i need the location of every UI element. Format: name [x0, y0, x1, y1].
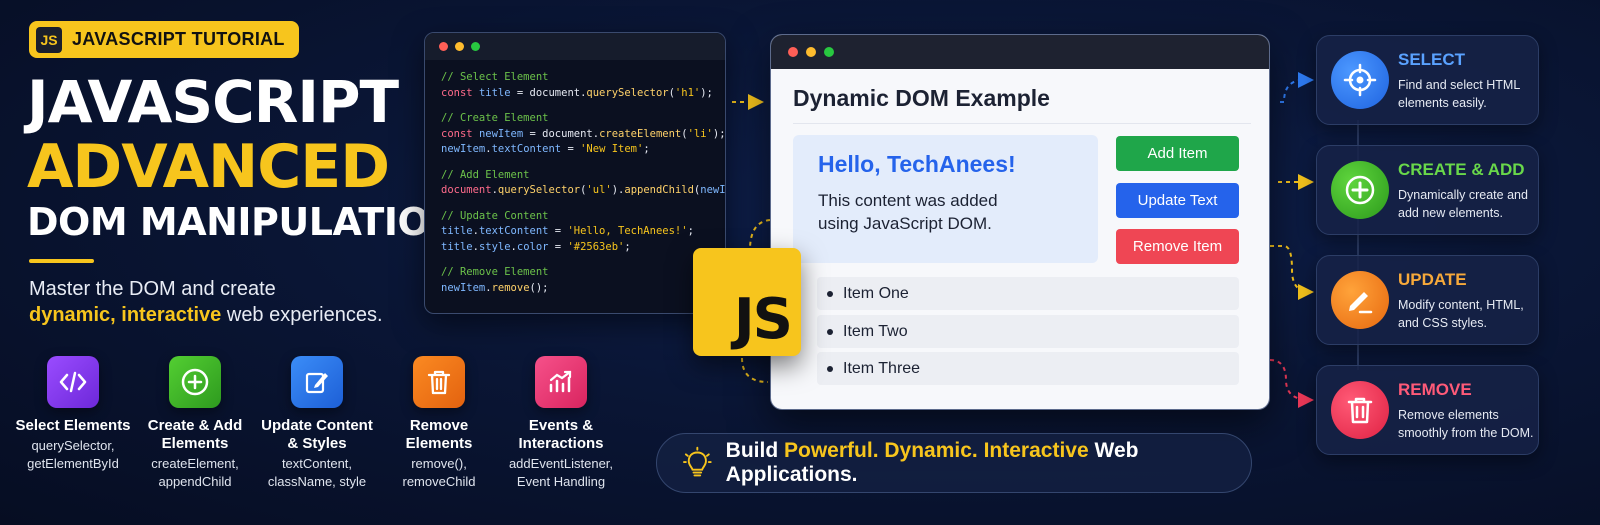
maximize-dot-icon[interactable]: [471, 42, 480, 51]
js-logo-text: JS: [733, 287, 793, 352]
code-line: title.style.color = '#2563eb';: [441, 240, 631, 253]
code-comment: // Remove Element: [441, 266, 549, 278]
feature-desc: textContent, className, style: [267, 456, 367, 489]
feature-select: Select Elements querySelector, getElemen…: [12, 356, 134, 491]
code-line: document.querySelector('ul').appendChild…: [441, 184, 726, 196]
hello-message: This content was added using JavaScript …: [818, 191, 998, 233]
feature-desc: createElement, appendChild: [151, 456, 239, 489]
card-update: UPDATE Modify content, HTML, and CSS sty…: [1316, 255, 1539, 345]
hello-heading: Hello, TechAnees!: [818, 151, 1016, 177]
chart-up-icon: [535, 356, 587, 408]
update-text-button[interactable]: Update Text: [1116, 183, 1239, 218]
browser-window: Dynamic DOM Example Hello, TechAnees! Th…: [770, 34, 1270, 410]
list-item: Item One: [817, 277, 1239, 310]
feature-title: Events & Interactions: [518, 417, 604, 452]
card-remove: REMOVE Remove elements smoothly from the…: [1316, 365, 1539, 455]
feature-title: Select Elements: [15, 417, 131, 434]
bullet-icon: [827, 365, 833, 372]
code-line: newItem.remove();: [441, 281, 549, 294]
hero-subtitle-line2: dynamic, interactive web experiences.: [29, 304, 383, 327]
card-title: SELECT: [1398, 50, 1466, 69]
list-item-label: Item Three: [843, 359, 921, 377]
badge-label: JAVASCRIPT TUTORIAL: [72, 29, 285, 49]
plus-circle-icon: [1331, 161, 1389, 219]
hero-title-line1: JAVASCRIPT: [27, 68, 399, 136]
trash-icon: [1331, 381, 1389, 439]
feature-desc: querySelector, getElementById: [27, 438, 119, 471]
code-line: const newItem = document.createElement('…: [441, 127, 726, 140]
feature-remove: Remove Elements remove(), removeChild: [378, 356, 500, 491]
add-item-button[interactable]: Add Item: [1116, 136, 1239, 171]
banner-interactive: Interactive: [983, 439, 1089, 462]
bullet-icon: [827, 328, 833, 335]
subtitle-highlight: dynamic, interactive: [29, 304, 222, 326]
banner-text: Build Powerful. Dynamic. Interactive Web…: [726, 439, 1251, 487]
feature-update: Update Content & Styles textContent, cla…: [256, 356, 378, 491]
divider: [793, 123, 1251, 124]
card-title: CREATE & ADD: [1398, 160, 1525, 179]
list-item-label: Item Two: [843, 322, 908, 340]
code-line: newItem.textContent = 'New Item';: [441, 143, 650, 155]
js-badge-icon: JS: [36, 26, 62, 53]
banner-build: Build: [725, 439, 779, 462]
card-title: REMOVE: [1398, 380, 1472, 399]
close-dot-icon[interactable]: [439, 42, 448, 51]
code-content: // Select Element const title = document…: [425, 60, 725, 296]
code-window-titlebar: [425, 33, 725, 60]
list-item: Item Two: [817, 315, 1239, 348]
card-select: SELECT Find and select HTML elements eas…: [1316, 35, 1539, 125]
browser-titlebar: [771, 35, 1269, 69]
feature-title: Update Content & Styles: [261, 417, 373, 452]
card-desc: Modify content, HTML, and CSS styles.: [1398, 298, 1524, 330]
feature-list: Select Elements querySelector, getElemen…: [12, 356, 622, 491]
maximize-dot-icon[interactable]: [824, 47, 834, 57]
code-icon: [47, 356, 99, 408]
crosshair-icon: [1331, 51, 1389, 109]
plus-circle-icon: [169, 356, 221, 408]
feature-desc: addEventListener, Event Handling: [508, 456, 614, 489]
list-item-label: Item One: [843, 284, 909, 302]
tutorial-badge: JS JAVASCRIPT TUTORIAL: [29, 21, 299, 58]
hero-divider: [29, 259, 94, 263]
card-create-add: CREATE & ADD Dynamically create and add …: [1316, 145, 1539, 235]
page-title: Dynamic DOM Example: [793, 85, 1050, 111]
code-line: title.textContent = 'Hello, TechAnees!';: [441, 225, 694, 237]
feature-desc: remove(), removeChild: [402, 456, 476, 489]
feature-title: Create & Add Elements: [147, 417, 243, 452]
subtitle-rest: web experiences.: [221, 304, 383, 326]
card-desc: Find and select HTML elements easily.: [1398, 78, 1520, 110]
hero-subtitle-line1: Master the DOM and create: [29, 278, 276, 300]
feature-create: Create & Add Elements createElement, app…: [134, 356, 256, 491]
code-editor-window: // Select Element const title = document…: [424, 32, 726, 314]
trash-icon: [413, 356, 465, 408]
js-logo: JS: [693, 248, 801, 356]
code-comment: // Create Element: [441, 112, 549, 124]
hero-title-line3: DOM MANIPULATION: [27, 200, 461, 244]
card-title: UPDATE: [1398, 270, 1467, 289]
banner-dynamic: Dynamic.: [884, 439, 978, 462]
hello-card: Hello, TechAnees! This content was added…: [793, 135, 1098, 263]
minimize-dot-icon[interactable]: [806, 47, 816, 57]
banner-powerful: Powerful.: [784, 439, 879, 462]
minimize-dot-icon[interactable]: [455, 42, 464, 51]
code-comment: // Add Element: [441, 168, 530, 181]
card-desc: Remove elements smoothly from the DOM.: [1398, 408, 1534, 440]
edit-icon: [291, 356, 343, 408]
pencil-icon: [1331, 271, 1389, 329]
code-comment: // Select Element: [441, 71, 549, 83]
card-desc: Dynamically create and add new elements.: [1398, 188, 1528, 220]
remove-item-button[interactable]: Remove Item: [1116, 229, 1239, 264]
feature-title: Remove Elements: [405, 417, 473, 452]
bullet-icon: [827, 290, 833, 297]
code-comment: // Update Content: [441, 209, 549, 222]
close-dot-icon[interactable]: [788, 47, 798, 57]
hero-title-line2: ADVANCED: [27, 132, 390, 202]
list-item: Item Three: [817, 352, 1239, 385]
bottom-banner: Build Powerful. Dynamic. Interactive Web…: [656, 433, 1252, 493]
feature-events: Events & Interactions addEventListener, …: [500, 356, 622, 491]
lightbulb-icon: [683, 446, 712, 477]
code-line: const title = document.querySelector('h1…: [441, 86, 713, 99]
